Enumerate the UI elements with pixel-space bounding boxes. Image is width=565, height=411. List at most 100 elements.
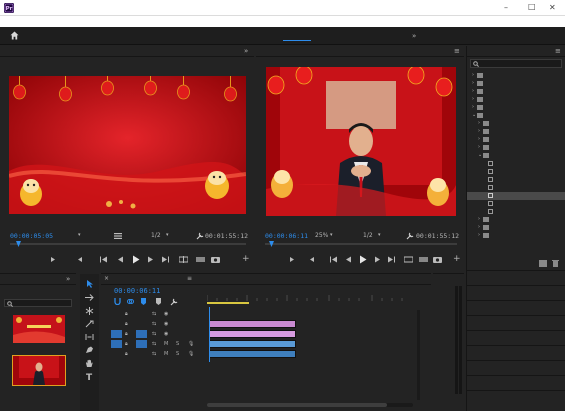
program-menu-icon[interactable]: ≡ (454, 47, 460, 55)
home-icon[interactable] (10, 31, 19, 40)
source-mark-in-icon[interactable] (50, 256, 56, 263)
effects-tree-item[interactable]: › (467, 104, 565, 112)
effects-tree-item[interactable]: › (467, 216, 565, 224)
new-bin-icon[interactable] (539, 260, 547, 267)
panel-header[interactable] (467, 375, 565, 390)
panel-header[interactable] (467, 315, 565, 330)
panel-header[interactable] (467, 345, 565, 360)
workspace-tab-libraries[interactable] (380, 33, 408, 41)
effects-tree-item[interactable] (467, 208, 565, 216)
effects-tree-item[interactable]: › (467, 88, 565, 96)
source-resolution-dropdown[interactable]: 1/2 (151, 232, 161, 239)
mic-icon[interactable]: 🎙︎ (188, 341, 194, 347)
source-goto-out-icon[interactable] (162, 256, 169, 263)
program-extract-icon[interactable] (419, 256, 428, 263)
mute-button[interactable]: M (164, 341, 168, 347)
source-mark-out-icon[interactable] (77, 256, 83, 263)
close-button[interactable]: ✕ (549, 3, 556, 12)
track-target-v1[interactable] (136, 330, 147, 338)
source-camera-icon[interactable] (211, 255, 220, 263)
eye-icon[interactable]: ◉ (164, 331, 168, 337)
track-target-a1[interactable] (136, 340, 147, 348)
timeline-scrollbar-thumb[interactable] (207, 403, 387, 407)
minimize-button[interactable]: – (504, 3, 508, 12)
workspace-tab-effects[interactable] (283, 33, 311, 41)
effects-tree-item[interactable] (467, 160, 565, 168)
source-insert-icon[interactable] (179, 256, 188, 263)
lock-icon[interactable]: 🔒︎ (125, 331, 128, 337)
panel-header[interactable] (467, 330, 565, 345)
effects-tree-item[interactable]: › (467, 120, 565, 128)
workspace-tab-learning[interactable] (158, 33, 186, 41)
program-mark-out-icon[interactable] (309, 256, 315, 263)
source-add-button-icon[interactable]: + (242, 254, 250, 264)
program-add-button-icon[interactable]: + (453, 254, 461, 264)
effects-tree-item-selected[interactable] (467, 192, 565, 200)
lock-icon[interactable]: 🔒︎ (125, 311, 128, 317)
solo-button[interactable]: S (176, 351, 179, 357)
source-overflow-button[interactable]: » (244, 47, 248, 55)
effects-tree-item[interactable]: › (467, 72, 565, 80)
snap-icon[interactable] (114, 298, 121, 305)
clip-audio[interactable] (209, 340, 296, 348)
program-play-icon[interactable] (359, 255, 367, 264)
work-area-bar[interactable] (207, 302, 249, 304)
clip-video[interactable] (209, 330, 296, 338)
workspace-tab-editing[interactable] (222, 33, 250, 41)
type-tool-icon[interactable]: T (86, 373, 92, 383)
effects-tree-item[interactable]: › (467, 224, 565, 232)
pen-tool-icon[interactable] (85, 346, 94, 354)
project-search-input[interactable] (4, 299, 72, 307)
lock-icon[interactable]: 🔒︎ (125, 351, 128, 357)
panel-header[interactable] (467, 390, 565, 405)
sync-lock-icon[interactable]: ⇆ (152, 351, 156, 357)
effects-tree-item[interactable]: › (467, 136, 565, 144)
mute-button[interactable]: M (164, 351, 168, 357)
source-patch-a1[interactable] (111, 340, 122, 348)
razor-tool-icon[interactable] (85, 320, 94, 328)
delete-icon[interactable] (552, 260, 559, 267)
mic-icon[interactable]: 🎙︎ (188, 351, 194, 357)
source-patch-v1[interactable] (111, 330, 122, 338)
hand-tool-icon[interactable] (85, 359, 94, 368)
effects-tree-item[interactable] (467, 176, 565, 184)
source-wrench-icon[interactable] (196, 232, 204, 240)
timeline-ruler[interactable] (207, 287, 413, 307)
ripple-edit-tool-icon[interactable] (85, 307, 94, 315)
timeline-close-icon[interactable]: × (104, 275, 109, 282)
panel-header[interactable] (467, 270, 565, 285)
program-goto-in-icon[interactable] (330, 256, 337, 263)
workspace-tab-assembly[interactable] (190, 33, 218, 41)
effects-tree-item[interactable] (467, 184, 565, 192)
effects-search-input[interactable] (470, 59, 562, 68)
program-step-back-icon[interactable] (345, 256, 352, 263)
timeline-wrench-icon[interactable] (170, 298, 178, 306)
program-step-forward-icon[interactable] (374, 256, 381, 263)
panel-header[interactable] (467, 300, 565, 315)
source-resolution-chevron-icon[interactable]: ▾ (166, 232, 169, 238)
effects-tree-item[interactable]: › (467, 144, 565, 152)
program-timecode[interactable]: 00:00:06:11 (265, 232, 308, 240)
source-step-back-icon[interactable] (117, 256, 124, 263)
clip-audio-2[interactable] (209, 350, 296, 358)
timeline-playhead[interactable] (209, 307, 210, 362)
workspace-tab-graphics[interactable] (347, 33, 375, 41)
timeline-vertical-scrollbar[interactable] (417, 310, 420, 400)
program-resolution-dropdown[interactable]: 1/2 (363, 232, 373, 239)
source-goto-in-icon[interactable] (100, 256, 107, 263)
effects-tree-item[interactable]: › (467, 128, 565, 136)
marker-icon[interactable] (155, 298, 162, 305)
clip-image[interactable] (209, 320, 296, 328)
add-marker-icon[interactable] (140, 298, 147, 305)
source-timecode[interactable]: 00:00:05:05 (10, 232, 53, 240)
effects-tree-item[interactable] (467, 200, 565, 208)
effects-tree-item[interactable]: › (467, 96, 565, 104)
linked-selection-icon[interactable] (127, 298, 134, 305)
track-select-tool-icon[interactable] (85, 294, 94, 301)
effects-tree-item[interactable]: › (467, 80, 565, 88)
sync-lock-icon[interactable]: ⇆ (152, 341, 156, 347)
program-wrench-icon[interactable] (406, 232, 414, 240)
sync-lock-icon[interactable]: ⇆ (152, 321, 156, 327)
timeline-menu-icon[interactable]: ≡ (187, 275, 192, 282)
maximize-button[interactable]: □ (528, 2, 536, 11)
